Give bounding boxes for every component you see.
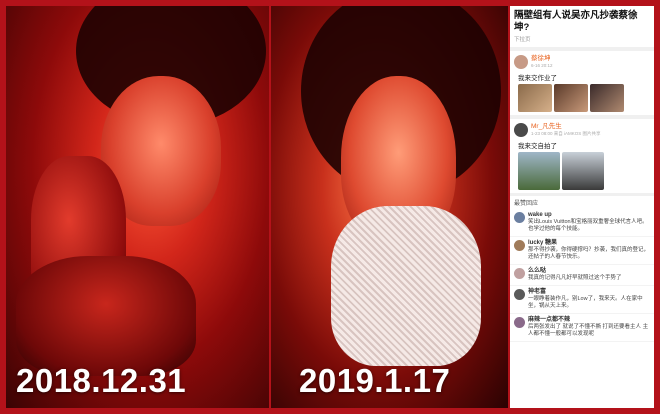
sequin-glove-right [331,206,481,366]
weibo-post-1: 蔡徐坤 6-16 20:12 我来交作业了 [510,47,654,115]
username[interactable]: Mr_凡先生 [531,123,601,131]
post-image[interactable] [554,84,588,112]
comment-text: 一眼睁着装作凡，别Low了，我来天。人在家中坐，锅从天上来。 [528,296,643,309]
avatar[interactable] [514,240,525,251]
comment-item: wake up 笑出Louis Vuitton和宝格丽双重奢全球代言人吧。也学过… [510,209,654,237]
post-image[interactable] [518,152,560,190]
hand-lower-left [16,256,196,376]
comment-author[interactable]: 麻辣一点都不辣 [528,317,650,324]
avatar[interactable] [514,289,525,300]
post-subtitle: 下拉页 [514,37,531,43]
avatar[interactable] [514,123,528,137]
comment-text: 笑出Louis Vuitton和宝格丽双重奢全球代言人吧。也学过他的每个技能。 [528,219,648,232]
avatar[interactable] [514,212,525,223]
collage-frame: 2018.12.31 2019.1.17 隔壁组有人说吴亦凡抄袭蔡徐坤? 下拉页… [0,0,660,414]
comment-item: 么么哒 我真的记得凡凡好早就照过这个手势了 [510,265,654,286]
post-meta: 6-16 20:12 [531,63,553,68]
username[interactable]: 蔡徐坤 [531,55,553,63]
weibo-post-2: Mr_凡先生 1-23 08:00 来自 iAMKOS 图片共享 我来交自拍了 [510,115,654,193]
avatar[interactable] [514,55,528,69]
comment-author[interactable]: lucky 糖果 [528,240,650,247]
comment-author[interactable]: wake up [528,212,650,219]
comment-item: lucky 糖果 那不得抄袭，你得硬撑吗？抄袭，我们真的登记，还帖子的人春节快乐… [510,237,654,265]
avatar[interactable] [514,317,525,328]
comment-text: 我真的记得凡凡好早就照过这个手势了 [528,275,622,281]
comment-item: 麻辣一点都不辣 后两张发出了 就说了不懂不撕 打到还要看主人 主人都不懂一般都可… [510,314,654,342]
comment-text: 那不得抄袭，你得硬撑吗？抄袭，我们真的登记，还帖子的人春节快乐。 [528,247,650,260]
post-text: 我来交自拍了 [518,143,557,150]
date-left: 2018.12.31 [16,362,187,399]
post-title: 隔壁组有人说吴亦凡抄袭蔡徐坤? [514,10,638,33]
avatar[interactable] [514,268,525,279]
post-image[interactable] [518,84,552,112]
post-image[interactable] [590,84,624,112]
comments-header: 最赞回应 [510,193,654,209]
post-meta: 1-23 08:00 来自 iAMKOS 图片共享 [531,131,601,136]
weibo-screenshot: 隔壁组有人说吴亦凡抄袭蔡徐坤? 下拉页 蔡徐坤 6-16 20:12 我来交作业… [510,6,654,408]
comment-item: 神老富 一眼睁着装作凡，别Low了，我来天。人在家中坐，锅从天上来。 [510,286,654,314]
comment-text: 后两张发出了 就说了不懂不撕 打到还要看主人 主人都不懂一般都可以发现呢 [528,324,649,337]
date-right: 2019.1.17 [299,362,451,399]
post-text: 我来交作业了 [518,75,557,82]
comment-author[interactable]: 神老富 [528,289,650,296]
post-image[interactable] [562,152,604,190]
photo-right: 2019.1.17 [271,6,508,408]
comment-author[interactable]: 么么哒 [528,268,650,275]
photo-left: 2018.12.31 [6,6,269,408]
